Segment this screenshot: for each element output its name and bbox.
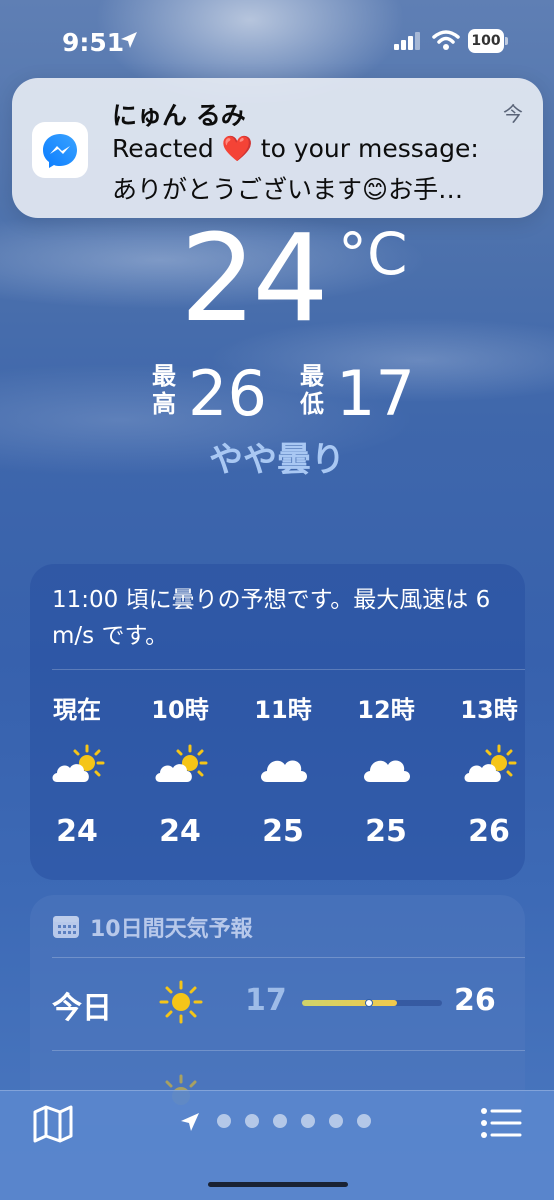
notification-message-line: ありがとうございます😊お手…: [112, 175, 464, 204]
hourly-forecast-card[interactable]: 11:00 頃に曇りの予想です。最大風速は 6 m/s です。 現在 24 10…: [30, 564, 525, 880]
day-low-temperature: 17: [245, 983, 287, 1018]
hour-item: 13時 26: [444, 682, 534, 862]
cloud-icon: [255, 744, 311, 788]
divider: [0, 1090, 554, 1091]
battery-level: 100: [468, 29, 504, 53]
hour-label: 12時: [357, 696, 415, 724]
day-name: 今日: [52, 991, 112, 1026]
cloud-icon: [358, 744, 414, 788]
hour-item: 現在 24: [32, 682, 122, 862]
partly-cloudy-icon: [152, 744, 208, 788]
notification-sender: にゅん るみ: [112, 101, 246, 130]
notification-message-line: Reacted ❤️ to your message:: [112, 134, 479, 163]
home-indicator[interactable]: [208, 1182, 348, 1187]
low-temperature: 最低 17: [300, 356, 430, 430]
battery-cap: [505, 37, 508, 45]
calendar-icon: [52, 913, 80, 943]
battery-indicator: 100: [468, 29, 508, 53]
hour-label: 10時: [151, 696, 209, 724]
page-dot: [217, 1114, 231, 1128]
status-time: 9:51: [62, 28, 125, 57]
map-icon[interactable]: [32, 1104, 74, 1144]
hour-item: 12時 25: [341, 682, 431, 862]
day-high-temperature: 26: [454, 983, 496, 1018]
list-icon[interactable]: [480, 1106, 522, 1140]
hour-temperature: 24: [159, 814, 201, 849]
sun-icon: [158, 979, 204, 1025]
partly-cloudy-icon: [461, 744, 517, 788]
notification-time: 今: [503, 102, 523, 126]
weather-condition: やや曇り: [209, 440, 345, 480]
hour-temperature: 25: [262, 814, 304, 849]
hour-item: 10時 24: [135, 682, 225, 862]
forecast-summary: 11:00 頃に曇りの予想です。最大風速は 6 m/s です。: [52, 587, 491, 649]
daily-forecast-title: 10日間天気予報: [90, 917, 253, 942]
location-arrow-icon: [120, 31, 138, 53]
high-value: 26: [188, 357, 267, 430]
hour-item: 11時 25: [238, 682, 328, 862]
low-value: 17: [336, 357, 415, 430]
temperature-range-fill: [302, 1000, 398, 1006]
hour-temperature: 26: [468, 814, 510, 849]
high-label: 最高: [152, 362, 176, 418]
temperature-range-bar: [302, 999, 442, 1007]
page-dot: [329, 1114, 343, 1128]
divider: [52, 1050, 525, 1051]
divider: [52, 669, 525, 670]
location-arrow-icon: [180, 1112, 200, 1136]
messenger-icon: [32, 122, 88, 178]
low-label: 最低: [300, 362, 324, 418]
high-temperature: 最高 26: [152, 356, 282, 430]
divider: [52, 957, 525, 958]
page-dot: [301, 1114, 315, 1128]
day-row-today[interactable]: 今日 17 26: [30, 959, 525, 1049]
hour-label: 13時: [460, 696, 518, 724]
hour-temperature: 24: [56, 814, 98, 849]
hour-label: 現在: [53, 696, 101, 724]
bottom-toolbar: [0, 1090, 554, 1200]
notification-banner[interactable]: にゅん るみ 今 Reacted ❤️ to your message: ありが…: [12, 78, 543, 218]
status-bar: 9:51 100: [0, 0, 554, 80]
page-dot: [357, 1114, 371, 1128]
current-temperature: 24: [180, 210, 329, 349]
page-dot: [273, 1114, 287, 1128]
hour-temperature: 25: [365, 814, 407, 849]
wifi-icon: [432, 29, 460, 55]
cellular-signal-icon: [394, 32, 422, 54]
partly-cloudy-icon: [49, 744, 105, 788]
hour-label: 11時: [254, 696, 312, 724]
page-dot: [245, 1114, 259, 1128]
temperature-unit: °C: [338, 220, 408, 288]
